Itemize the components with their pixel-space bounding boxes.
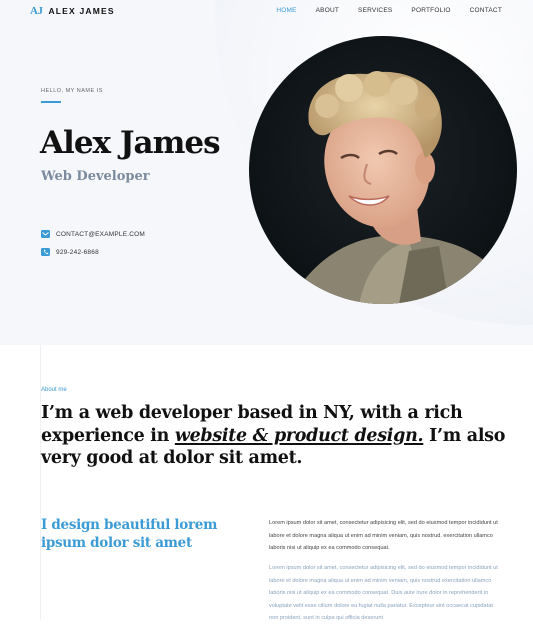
main-nav: HOME ABOUT SERVICES PORTFOLIO CONTACT	[276, 7, 502, 14]
contact-phone[interactable]: 929-242-6868	[41, 248, 99, 256]
hero-greeting: HELLO, MY NAME IS	[41, 88, 103, 94]
contact-email-text: CONTACT@EXAMPLE.COM	[56, 230, 146, 238]
nav-portfolio[interactable]: PORTFOLIO	[411, 7, 450, 14]
nav-home[interactable]: HOME	[276, 7, 296, 14]
contact-phone-text: 929-242-6868	[56, 248, 99, 256]
about-paragraph-1: Lorem ipsum dolor sit amet, consectetur …	[269, 520, 498, 551]
greeting-underline	[41, 101, 61, 103]
about-label: About me	[41, 387, 67, 393]
nav-contact[interactable]: CONTACT	[470, 7, 502, 14]
nav-services[interactable]: SERVICES	[358, 7, 392, 14]
site-logo[interactable]: AJ ALEX JAMES	[30, 5, 115, 17]
about-statement-emphasis: website & product design.	[174, 425, 424, 446]
about-statement: I’m a web developer based in NY, with a …	[41, 402, 511, 470]
contact-email[interactable]: CONTACT@EXAMPLE.COM	[41, 230, 145, 238]
about-paragraph-2: Lorem ipsum dolor sit amet, consectetur …	[269, 565, 498, 621]
hero-role: Web Developer	[41, 169, 150, 184]
logo-name: ALEX JAMES	[48, 6, 115, 16]
design-heading: I design beautiful lorem ipsum dolor sit…	[41, 517, 218, 551]
logo-mark: AJ	[30, 5, 43, 17]
profile-photo	[249, 36, 517, 304]
envelope-icon	[41, 230, 50, 238]
nav-about[interactable]: ABOUT	[316, 7, 339, 14]
hero-name: Alex James	[40, 125, 221, 161]
phone-icon	[41, 248, 50, 256]
